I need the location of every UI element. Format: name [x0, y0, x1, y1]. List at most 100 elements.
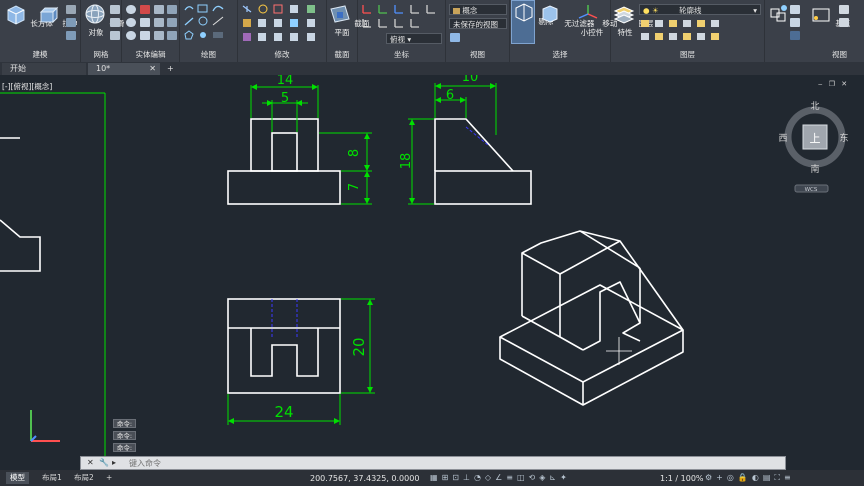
- polar-icon[interactable]: ◔: [474, 473, 485, 482]
- selection-cycling-icon[interactable]: ⟲: [529, 473, 540, 482]
- no-filter-button[interactable]: 无过滤器: [538, 3, 594, 28]
- command-input[interactable]: [129, 458, 769, 468]
- viewcube[interactable]: [784, 106, 846, 193]
- ungroup-icon[interactable]: [790, 5, 800, 14]
- presspull-icon[interactable]: [66, 5, 76, 14]
- status-right-icons: ⚙+◎🔒◐▤⛶≡: [705, 473, 795, 483]
- layer-properties-button[interactable]: 图层 特性: [612, 3, 653, 37]
- close-icon[interactable]: ✕: [149, 63, 156, 75]
- gear-icon[interactable]: ⚙: [705, 473, 716, 482]
- ortho-icon[interactable]: ⊥: [463, 473, 474, 482]
- view-manager-icon[interactable]: [450, 33, 460, 42]
- annotation-scale[interactable]: 1:1 / 100%: [660, 474, 704, 483]
- workspace-icon[interactable]: ◎: [727, 473, 738, 482]
- named-view-dropdown[interactable]: 未保存的视图: [449, 18, 507, 29]
- basepoint-icon: [812, 8, 830, 22]
- isolate-icon[interactable]: ◐: [752, 473, 763, 482]
- add-layout-button[interactable]: +: [102, 472, 116, 484]
- shell-icon[interactable]: [154, 18, 164, 27]
- gizmo-icon: [578, 5, 598, 19]
- tab-layout2[interactable]: 布局2: [70, 472, 98, 484]
- offset-face-icon[interactable]: [167, 18, 177, 27]
- interfere-icon[interactable]: [140, 18, 150, 27]
- restore-icon[interactable]: ❐: [829, 80, 835, 88]
- transparency-icon[interactable]: ◫: [517, 473, 529, 482]
- tab-start[interactable]: 开始: [2, 63, 86, 75]
- extrude-button[interactable]: 拉伸: [36, 3, 77, 28]
- viewport-join-icon[interactable]: [839, 18, 849, 27]
- check-icon[interactable]: [167, 31, 177, 40]
- plus-icon[interactable]: +: [716, 473, 727, 482]
- arc-icon: [184, 6, 194, 11]
- 3d-osnap-icon[interactable]: ◈: [539, 473, 549, 482]
- lock-icon[interactable]: 🔒: [738, 473, 752, 482]
- dim-plan-width: 24: [274, 403, 293, 421]
- fillet-icon: [243, 19, 251, 27]
- separate-icon[interactable]: [167, 5, 177, 14]
- close-icon[interactable]: ✕: [87, 458, 94, 467]
- union-icon[interactable]: [126, 5, 136, 14]
- dim-front-top: 14: [277, 75, 294, 88]
- slice-icon[interactable]: [140, 5, 150, 14]
- tab-drawing[interactable]: 10* ✕: [88, 63, 160, 75]
- minimize-icon[interactable]: ‒: [818, 80, 822, 88]
- ribbon-group-section: 截面 平面 截面: [327, 0, 369, 62]
- customize-icon[interactable]: ≡: [784, 473, 795, 482]
- fillet-edge-icon[interactable]: [154, 31, 164, 40]
- tab-model[interactable]: 模型: [6, 472, 29, 484]
- subtract-icon[interactable]: [126, 18, 136, 27]
- tab-layout1[interactable]: 布局1: [38, 472, 66, 484]
- loft-icon[interactable]: [66, 31, 76, 40]
- close-icon[interactable]: ✕: [841, 80, 847, 88]
- snap-icon[interactable]: ⊡: [452, 473, 463, 482]
- fullscreen-icon[interactable]: ⛶: [774, 473, 784, 482]
- visual-style-dropdown[interactable]: 概念: [449, 4, 507, 15]
- drawing-canvas[interactable]: 14 5 8 7 10 6 18 20 24 北 南 东 西 上 WCS [-]…: [0, 75, 864, 456]
- layer-stack-icon: [613, 6, 635, 24]
- view-direction-dropdown[interactable]: 俯视 ▾: [386, 33, 442, 44]
- extrude-icon: [39, 6, 59, 24]
- section-plane-button[interactable]: 截面 平面: [328, 3, 369, 37]
- ucs-axis-icon: [30, 410, 60, 442]
- group-button[interactable]: 组: [766, 3, 800, 28]
- hardware-icon[interactable]: ▤: [763, 473, 775, 482]
- wrench-icon[interactable]: 🔧: [99, 458, 109, 467]
- ribbon-group-view: 概念 未保存的视图 视图: [446, 0, 510, 62]
- viewport-controls-label[interactable]: [-][俯视][概念]: [2, 81, 52, 92]
- mesh-box-icon[interactable]: [110, 5, 120, 14]
- new-tab-button[interactable]: +: [163, 63, 177, 75]
- model-space-icon[interactable]: ▦: [430, 473, 442, 482]
- ribbon-group-label: 网格: [93, 50, 109, 59]
- point-icon: [200, 32, 206, 38]
- front-view: [227, 118, 341, 205]
- rotate-icon: [258, 4, 268, 14]
- annotation-icon[interactable]: ✦: [560, 473, 571, 482]
- sweep-icon[interactable]: [66, 18, 76, 27]
- mirror-icon: [307, 5, 315, 13]
- layer-dropdown[interactable]: ● ☀ 轮廓线 ▾: [639, 4, 761, 15]
- side-hidden-line: [465, 126, 489, 146]
- group-select-icon[interactable]: [790, 31, 800, 40]
- cull-button[interactable]: 剔除: [511, 0, 553, 44]
- viewport-config-icon[interactable]: [839, 5, 849, 14]
- plan-hidden-lines: [271, 299, 298, 337]
- dim-side-height: 18: [399, 153, 414, 170]
- grid-icon[interactable]: ⊞: [442, 473, 453, 482]
- mesh-refine-icon[interactable]: [110, 18, 120, 27]
- lineweight-icon[interactable]: ≡: [506, 473, 517, 482]
- polygon-icon: [184, 30, 194, 40]
- extract-edges-icon[interactable]: [154, 5, 164, 14]
- osnap-icon[interactable]: ◇: [485, 473, 495, 482]
- copy-icon: [290, 5, 298, 13]
- otrack-icon[interactable]: ∠: [495, 473, 506, 482]
- imprint-icon[interactable]: [140, 31, 150, 40]
- group-edit-icon[interactable]: [790, 18, 800, 27]
- box-button[interactable]: 长方体: [4, 3, 53, 28]
- smooth-object-button[interactable]: 平滑 对象: [83, 3, 124, 37]
- basepoint-button[interactable]: 基点: [809, 3, 850, 28]
- mesh-crease-icon[interactable]: [110, 31, 120, 40]
- intersect-icon[interactable]: [126, 31, 136, 40]
- move-gizmo-button[interactable]: 移动 小控件: [576, 3, 617, 37]
- dim-plan-height: 20: [350, 337, 368, 356]
- dynamic-ucs-icon[interactable]: ⊾: [549, 473, 560, 482]
